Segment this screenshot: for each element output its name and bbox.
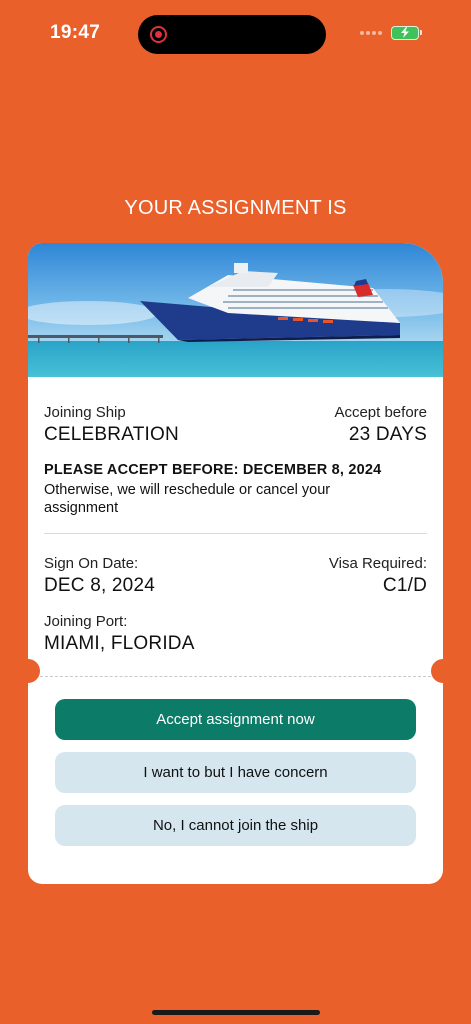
- divider: [44, 533, 427, 534]
- port-value: MIAMI, FLORIDA: [44, 633, 195, 654]
- visa-label: Visa Required:: [328, 555, 427, 572]
- ship-label: Joining Ship: [44, 404, 126, 421]
- screen-record-icon: [150, 26, 167, 43]
- home-indicator[interactable]: [152, 1010, 320, 1015]
- battery-charging-icon: [391, 26, 422, 40]
- page-title: YOUR ASSIGNMENT IS: [124, 197, 347, 219]
- sign-on-value: DEC 8, 2024: [44, 575, 155, 596]
- port-label: Joining Port:: [44, 613, 128, 630]
- cruise-ship-image: [28, 243, 443, 377]
- signal-icon: [360, 31, 382, 35]
- status-bar: 19:47: [0, 0, 471, 60]
- concern-button[interactable]: I want to but I have concern: [55, 752, 416, 793]
- visa-value: C1/D: [382, 575, 427, 596]
- accept-before-label: Accept before: [334, 404, 427, 421]
- accept-deadline-notice: PLEASE ACCEPT BEFORE: DECEMBER 8, 2024: [44, 462, 382, 478]
- decline-button[interactable]: No, I cannot join the ship: [55, 805, 416, 846]
- sign-on-label: Sign On Date:: [44, 555, 139, 572]
- accept-assignment-button[interactable]: Accept assignment now: [55, 699, 416, 740]
- ticket-notch-right: [431, 659, 455, 683]
- ticket-notch-left: [16, 659, 40, 683]
- dynamic-island: [138, 15, 326, 54]
- assignment-card: Joining Ship CELEBRATION Accept before 2…: [28, 243, 443, 884]
- accept-deadline-description: Otherwise, we will reschedule or cancel …: [44, 482, 331, 516]
- status-time: 19:47: [50, 22, 101, 43]
- ship-value: CELEBRATION: [44, 424, 179, 445]
- ticket-perforation: [40, 676, 431, 677]
- accept-before-value: 23 DAYS: [348, 424, 427, 445]
